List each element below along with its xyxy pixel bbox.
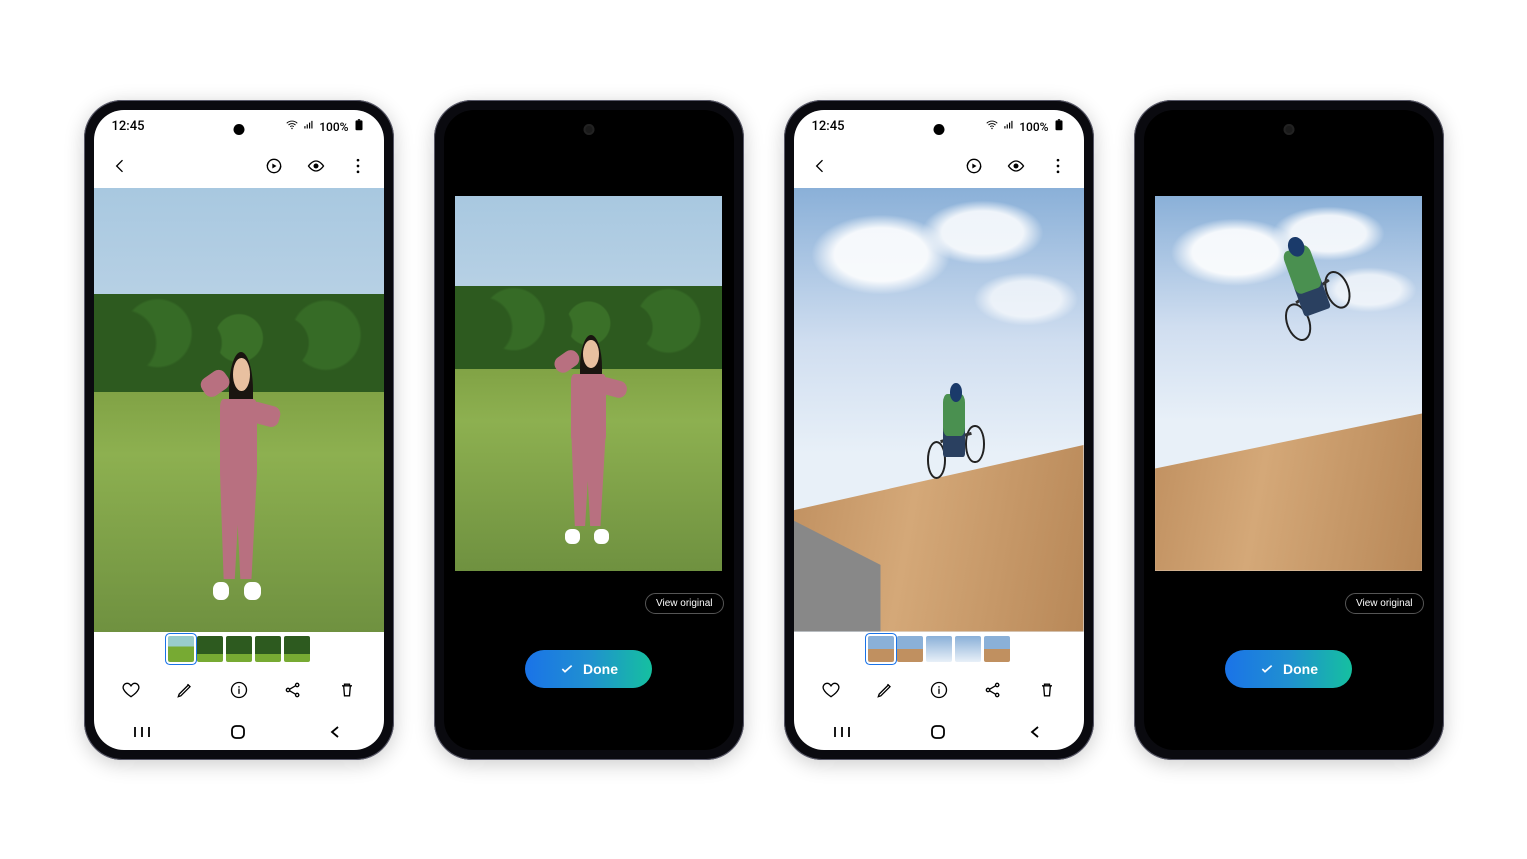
remaster-button[interactable] — [262, 154, 286, 178]
battery-icon — [1052, 118, 1066, 135]
back-button[interactable] — [808, 154, 832, 178]
recents-button[interactable] — [1172, 720, 1212, 744]
top-app-bar — [794, 144, 1084, 188]
battery-icon — [352, 118, 366, 135]
share-button[interactable] — [281, 678, 305, 702]
edit-button[interactable] — [173, 678, 197, 702]
photo-viewer[interactable] — [94, 188, 384, 632]
phone-mockup-2: View original Done — [434, 100, 744, 760]
camera-hole — [1283, 124, 1294, 135]
favorite-button[interactable] — [119, 678, 143, 702]
nav-bar — [1144, 714, 1434, 750]
screen: 12:45 100% — [94, 110, 384, 750]
view-original-button[interactable]: View original — [1345, 593, 1424, 614]
bottom-action-bar — [794, 666, 1084, 714]
done-row: Done — [444, 624, 734, 714]
view-button[interactable] — [304, 154, 328, 178]
status-time: 12:45 — [812, 119, 845, 134]
nav-bar — [794, 714, 1084, 750]
top-app-bar — [94, 144, 384, 188]
battery-text: 100% — [319, 120, 348, 134]
share-button[interactable] — [981, 678, 1005, 702]
phone-mockup-1: 12:45 100% — [84, 100, 394, 760]
screen: View original Done — [1144, 110, 1434, 750]
photo-park-dancer — [455, 196, 722, 570]
thumbnail[interactable] — [868, 636, 894, 662]
view-button[interactable] — [1004, 154, 1028, 178]
more-button[interactable] — [1046, 154, 1070, 178]
favorite-button[interactable] — [819, 678, 843, 702]
home-button[interactable] — [218, 720, 258, 744]
home-button[interactable] — [918, 720, 958, 744]
signal-icon — [302, 118, 316, 135]
delete-button[interactable] — [1035, 678, 1059, 702]
bottom-action-bar — [94, 666, 384, 714]
screen: View original Done — [444, 110, 734, 750]
thumbnail-strip[interactable] — [94, 632, 384, 666]
nav-back-button[interactable] — [665, 720, 705, 744]
remaster-button[interactable] — [962, 154, 986, 178]
more-button[interactable] — [346, 154, 370, 178]
nav-back-button[interactable] — [1015, 720, 1055, 744]
recents-button[interactable] — [122, 720, 162, 744]
home-button[interactable] — [1268, 720, 1308, 744]
check-icon — [559, 661, 575, 677]
photo-viewer[interactable] — [794, 188, 1084, 632]
status-right: 100% — [285, 118, 365, 135]
photo-bmx-air — [1155, 196, 1422, 570]
camera-hole — [233, 124, 244, 135]
done-button[interactable]: Done — [525, 650, 652, 688]
nav-bar — [444, 714, 734, 750]
battery-text: 100% — [1019, 120, 1048, 134]
wifi-icon — [985, 118, 999, 135]
photo-bmx-ramp — [794, 188, 1084, 632]
edit-button[interactable] — [873, 678, 897, 702]
done-label: Done — [1283, 661, 1318, 677]
status-time: 12:45 — [112, 119, 145, 134]
thumbnail[interactable] — [955, 636, 981, 662]
recents-button[interactable] — [472, 720, 512, 744]
back-button[interactable] — [108, 154, 132, 178]
info-button[interactable] — [227, 678, 251, 702]
nav-bar — [94, 714, 384, 750]
thumbnail[interactable] — [284, 636, 310, 662]
camera-hole — [583, 124, 594, 135]
view-original-button[interactable]: View original — [645, 593, 724, 614]
screen: 12:45 100% — [794, 110, 1084, 750]
done-button[interactable]: Done — [1225, 650, 1352, 688]
thumbnail[interactable] — [926, 636, 952, 662]
camera-hole — [933, 124, 944, 135]
thumbnail-strip[interactable] — [794, 632, 1084, 666]
phone-mockup-3: 12:45 100% — [784, 100, 1094, 760]
thumbnail[interactable] — [897, 636, 923, 662]
phone-mockup-4: View original Done — [1134, 100, 1444, 760]
photo-viewer[interactable]: View original — [444, 144, 734, 624]
check-icon — [1259, 661, 1275, 677]
done-row: Done — [1144, 624, 1434, 714]
thumbnail[interactable] — [984, 636, 1010, 662]
delete-button[interactable] — [335, 678, 359, 702]
done-label: Done — [583, 661, 618, 677]
nav-back-button[interactable] — [315, 720, 355, 744]
thumbnail[interactable] — [255, 636, 281, 662]
thumbnail[interactable] — [226, 636, 252, 662]
photo-viewer[interactable]: View original — [1144, 144, 1434, 624]
photo-park-dancer — [94, 188, 384, 632]
nav-back-button[interactable] — [1365, 720, 1405, 744]
status-right: 100% — [985, 118, 1065, 135]
thumbnail[interactable] — [168, 636, 194, 662]
thumbnail[interactable] — [197, 636, 223, 662]
info-button[interactable] — [927, 678, 951, 702]
signal-icon — [1002, 118, 1016, 135]
home-button[interactable] — [568, 720, 608, 744]
wifi-icon — [285, 118, 299, 135]
recents-button[interactable] — [822, 720, 862, 744]
